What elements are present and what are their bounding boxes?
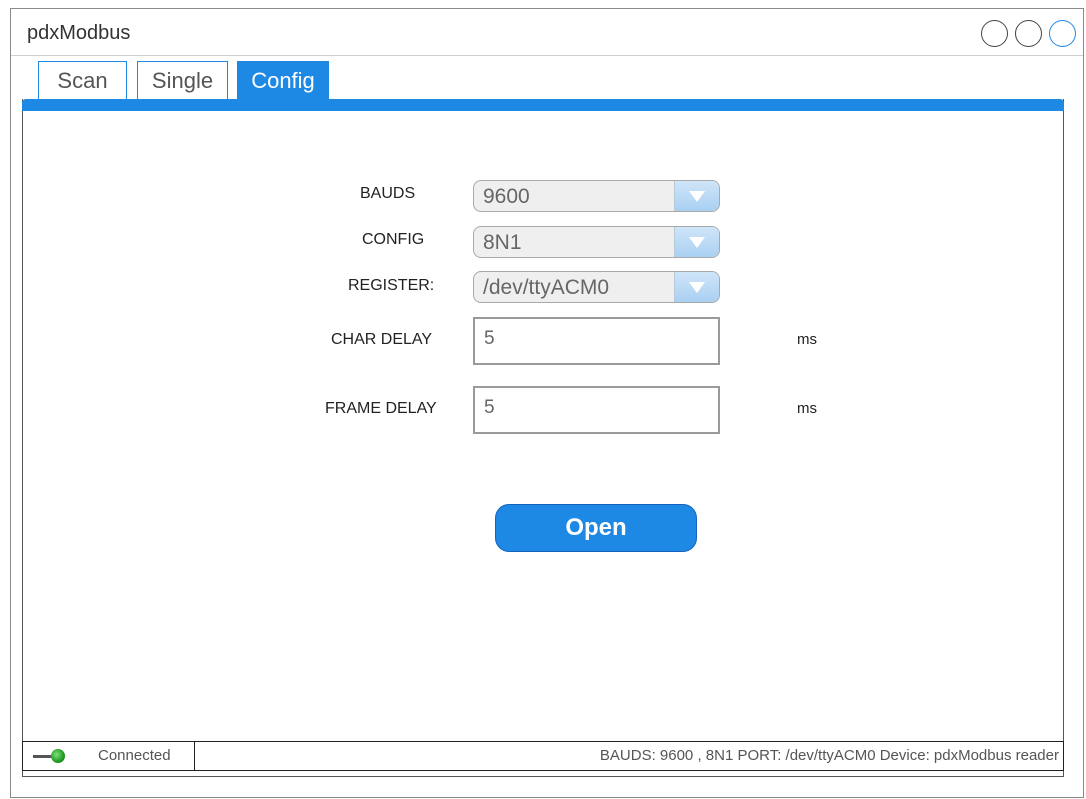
tab-single[interactable]: Single (137, 61, 228, 99)
frame-delay-value: 5 (484, 397, 495, 418)
tab-config[interactable]: Config (237, 61, 329, 99)
bauds-label: BAUDS (360, 185, 416, 202)
frame-delay-unit: ms (797, 400, 817, 417)
panel-header-bar (22, 99, 1064, 111)
open-button[interactable]: Open (495, 504, 697, 552)
minimize-circle-icon[interactable] (981, 20, 1008, 47)
register-label: REGISTER: (348, 277, 435, 294)
close-circle-icon[interactable] (1049, 20, 1076, 47)
app-title: pdxModbus (27, 22, 131, 44)
char-delay-input[interactable]: 5 (473, 317, 720, 365)
bauds-dropdown-arrow-icon[interactable] (674, 181, 719, 211)
config-select[interactable]: 8N1 (473, 226, 720, 258)
char-delay-unit: ms (797, 331, 817, 348)
plug-icon (51, 749, 65, 763)
config-dropdown-arrow-icon[interactable] (674, 227, 719, 257)
title-bar: pdxModbus (11, 9, 1083, 56)
bauds-value: 9600 (483, 185, 530, 208)
register-dropdown-arrow-icon[interactable] (674, 272, 719, 302)
register-value: /dev/ttyACM0 (483, 276, 610, 299)
tab-scan[interactable]: Scan (38, 61, 127, 99)
maximize-circle-icon[interactable] (1015, 20, 1042, 47)
plug-cable (33, 755, 53, 758)
frame-delay-label: FRAME DELAY (325, 400, 437, 417)
config-value: 8N1 (483, 231, 522, 254)
frame-delay-input[interactable]: 5 (473, 386, 720, 434)
char-delay-label: CHAR DELAY (331, 331, 433, 348)
connection-status: Connected (23, 742, 195, 770)
connection-status-text: Connected (98, 747, 171, 764)
bauds-select[interactable]: 9600 (473, 180, 720, 212)
status-bar: Connected BAUDS: 9600 , 8N1 PORT: /dev/t… (22, 741, 1064, 771)
config-label: CONFIG (362, 231, 425, 248)
register-select[interactable]: /dev/ttyACM0 (473, 271, 720, 303)
char-delay-value: 5 (484, 328, 495, 349)
status-info-text: BAUDS: 9600 , 8N1 PORT: /dev/ttyACM0 Dev… (599, 747, 1059, 764)
